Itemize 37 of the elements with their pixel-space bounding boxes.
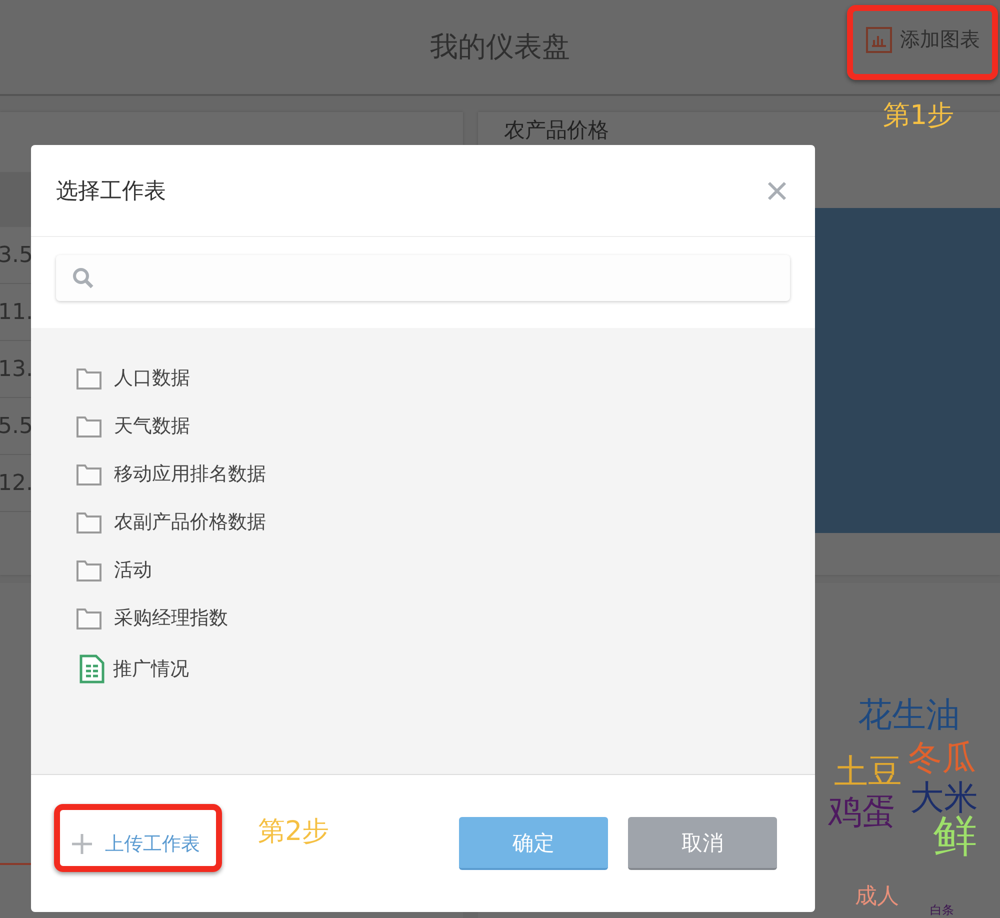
- cloud-word: 土豆: [834, 755, 902, 789]
- cloud-word: 花生油: [858, 698, 960, 732]
- cloud-word: 冬瓜: [908, 741, 976, 775]
- worksheet-list-item[interactable]: 活动: [76, 546, 815, 594]
- cloud-word: 鸡蛋: [828, 795, 896, 829]
- close-icon: [767, 180, 787, 200]
- step-label: 第1步: [883, 102, 954, 129]
- folder-icon: [76, 414, 102, 438]
- table-cell: 11.: [0, 300, 33, 324]
- folder-icon: [76, 510, 102, 534]
- plus-icon: [71, 832, 93, 854]
- folder-icon: [76, 366, 102, 390]
- panel-title: 农产品价格: [504, 118, 609, 142]
- table-cell: 5.5: [0, 414, 33, 438]
- worksheet-list-item[interactable]: 移动应用排名数据: [76, 450, 815, 498]
- folder-icon: [76, 606, 102, 630]
- table-cell: 12.: [0, 470, 33, 496]
- table-cell: 3.5: [0, 242, 33, 268]
- spreadsheet-icon: [79, 654, 105, 684]
- worksheet-list-item[interactable]: 天气数据: [76, 402, 815, 450]
- dashboard-title: 我的仪表盘: [430, 29, 570, 65]
- cloud-word: 鲜: [933, 815, 977, 859]
- step-label: 第2步: [258, 818, 330, 845]
- chart-icon: [866, 26, 892, 52]
- worksheet-list-item[interactable]: 农副产品价格数据: [76, 498, 815, 546]
- folder-icon: [76, 462, 102, 486]
- close-button[interactable]: [767, 180, 787, 200]
- worksheet-list-item[interactable]: 推广情况: [76, 642, 815, 696]
- cloud-word: 大米: [910, 781, 978, 815]
- worksheet-list-item[interactable]: 人口数据: [76, 354, 815, 402]
- search-field[interactable]: [56, 255, 790, 301]
- dialog-title: 选择工作表: [56, 178, 166, 206]
- worksheet-list-item[interactable]: 采购经理指数: [76, 594, 815, 642]
- search-icon: [72, 267, 94, 289]
- table-cell: 13.: [0, 356, 33, 382]
- cloud-word: 成人: [855, 886, 899, 908]
- cloud-word: 白条: [930, 904, 954, 916]
